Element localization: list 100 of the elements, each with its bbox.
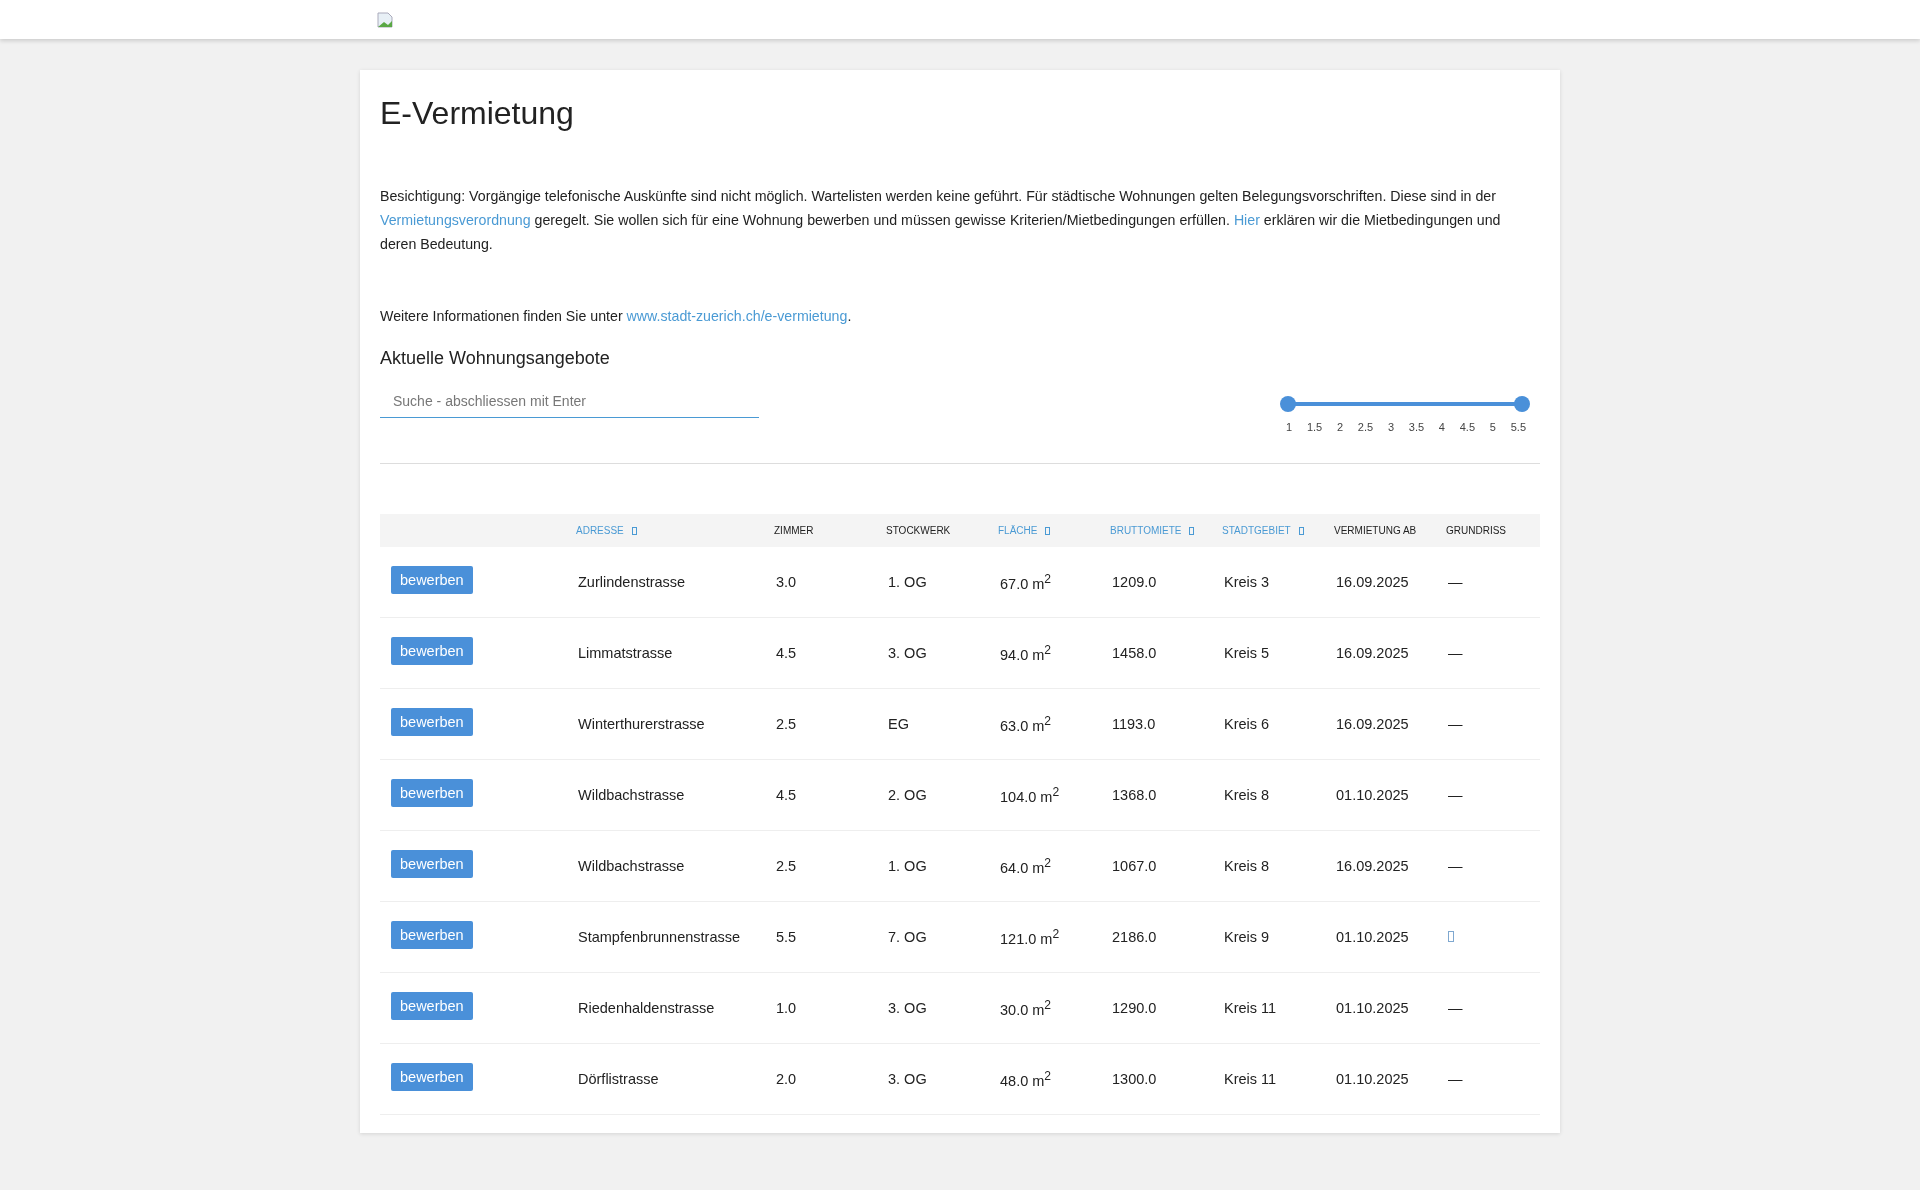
- tick-label: 2: [1336, 421, 1344, 433]
- tick-label: 2.5: [1357, 421, 1374, 433]
- rooms-cell: 1.0: [776, 1000, 797, 1016]
- tick-label: 3.5: [1408, 421, 1425, 433]
- rent-cell: 1290.0: [1112, 1000, 1157, 1016]
- address-cell: Winterthurerstrasse: [578, 716, 705, 732]
- apply-button[interactable]: bewerben: [391, 565, 473, 594]
- tick-label: 1.5: [1306, 421, 1323, 433]
- area-cell: 63.0 m$^{2}$: [1000, 717, 1052, 734]
- tick-label: 1: [1286, 421, 1293, 433]
- column-header: GRUNDRISS: [1446, 525, 1506, 536]
- area-cell: 94.0 m$^{2}$: [1000, 646, 1052, 663]
- date-cell: 16.09.2025: [1336, 574, 1409, 590]
- link[interactable]: Hier: [1233, 212, 1260, 228]
- area-cell: 121.0 m$^{2}$: [1000, 930, 1060, 947]
- date-cell: 16.09.2025: [1336, 858, 1409, 874]
- floorplan-cell: —: [1448, 716, 1463, 732]
- slider-thumb[interactable]: [1280, 396, 1296, 412]
- floor-cell: 3. OG: [888, 645, 927, 661]
- rent-cell: 1209.0: [1112, 574, 1157, 590]
- district-cell: Kreis 11: [1224, 1000, 1277, 1016]
- tick-label: 5: [1489, 421, 1496, 433]
- address-cell: Stampfenbrunnenstrasse: [578, 929, 740, 945]
- area-cell: 104.0 m$^{2}$: [1000, 788, 1060, 805]
- area-cell: 64.0 m$^{2}$: [1000, 859, 1052, 876]
- floor-cell: 3. OG: [888, 1000, 927, 1016]
- district-cell: Kreis 9: [1224, 929, 1270, 945]
- rent-cell: 1300.0: [1112, 1071, 1157, 1087]
- floorplan-cell: —: [1448, 645, 1463, 661]
- apply-button[interactable]: bewerben: [391, 920, 473, 949]
- date-cell: 16.09.2025: [1336, 645, 1409, 661]
- district-cell: Kreis 8: [1224, 858, 1270, 874]
- slider-thumb[interactable]: [1514, 396, 1530, 412]
- range-slider[interactable]: [1280, 396, 1530, 412]
- sort-icon: [1045, 526, 1051, 535]
- floorplan-cell: —: [1448, 787, 1463, 803]
- rent-cell: 1067.0: [1112, 858, 1157, 874]
- district-cell: Kreis 6: [1224, 716, 1270, 732]
- broken-image-icon: [377, 11, 393, 28]
- floorplan-cell: —: [1448, 1000, 1463, 1016]
- sort-icon: [1189, 526, 1195, 535]
- date-cell: 01.10.2025: [1336, 1071, 1409, 1087]
- tick-label: 4: [1438, 421, 1445, 433]
- address-cell: Riedenhaldenstrasse: [578, 1000, 715, 1016]
- floor-cell: 1. OG: [888, 858, 927, 874]
- floor-cell: 2. OG: [888, 787, 927, 803]
- column-header[interactable]: FLÄCHE: [998, 525, 1051, 536]
- address-cell: Wildbachstrasse: [578, 858, 685, 874]
- link[interactable]: Vermietungsverordnung: [380, 212, 531, 228]
- column-header: VERMIETUNG AB: [1334, 525, 1417, 536]
- rooms-cell: 2.5: [776, 716, 797, 732]
- floorplan-icon[interactable]: [1448, 931, 1454, 942]
- intro-paragraph: Besichtigung: Vorgängige telefonische Auskünfte sind nicht möglich. Wartelisten werden keine geführt. Für städtische Wohnungen gelten Belegungsvorschriften. Diese sind in der Vermietungsverordnung geregelt. Sie wollen sich für eine Wohnung bewerben und müssen gewisse Kriterien/Mietbedingungen erfüllen. Hier erklären wir die Mietbedingungen und deren Bedeutung.: [380, 187, 1502, 254]
- date-cell: 01.10.2025: [1336, 929, 1409, 945]
- address-cell: Dörflistrasse: [578, 1071, 659, 1087]
- tick-label: 3: [1387, 421, 1395, 433]
- address-cell: Limmatstrasse: [578, 645, 673, 661]
- address-cell: Zurlindenstrasse: [578, 574, 686, 590]
- floor-cell: 3. OG: [888, 1071, 927, 1087]
- floor-cell: EG: [888, 716, 909, 732]
- page-title: E-Vermietung: [380, 95, 574, 132]
- rent-cell: 2186.0: [1112, 929, 1157, 945]
- area-cell: 67.0 m$^{2}$: [1000, 575, 1052, 592]
- area-cell: 30.0 m$^{2}$: [1000, 1001, 1052, 1018]
- column-header: STOCKWERK: [886, 525, 951, 536]
- rent-cell: 1458.0: [1112, 645, 1157, 661]
- apply-button[interactable]: bewerben: [391, 991, 473, 1020]
- floor-cell: 7. OG: [888, 929, 927, 945]
- floor-cell: 1. OG: [888, 574, 927, 590]
- apply-button[interactable]: bewerben: [391, 849, 473, 878]
- rent-cell: 1368.0: [1112, 787, 1157, 803]
- tick-label: 4.5: [1459, 421, 1476, 433]
- area-cell: 48.0 m$^{2}$: [1000, 1072, 1052, 1089]
- date-cell: 01.10.2025: [1336, 787, 1409, 803]
- floorplan-cell: —: [1448, 858, 1463, 874]
- rooms-cell: 2.0: [776, 1071, 797, 1087]
- section-title: Aktuelle Wohnungsangebote: [380, 348, 610, 369]
- rooms-cell: 4.5: [776, 645, 797, 661]
- sort-icon: [631, 526, 637, 535]
- date-cell: 01.10.2025: [1336, 1000, 1409, 1016]
- floorplan-cell: —: [1448, 1071, 1463, 1087]
- rooms-cell: 4.5: [776, 787, 797, 803]
- apply-button[interactable]: bewerben: [391, 778, 473, 807]
- rent-cell: 1193.0: [1112, 716, 1156, 732]
- district-cell: Kreis 5: [1224, 645, 1270, 661]
- rooms-cell: 5.5: [776, 929, 797, 945]
- apply-button[interactable]: bewerben: [391, 636, 473, 665]
- apply-button[interactable]: bewerben: [391, 707, 473, 736]
- floorplan-cell: —: [1448, 574, 1463, 590]
- column-header[interactable]: ADRESSE: [576, 525, 637, 536]
- district-cell: Kreis 8: [1224, 787, 1270, 803]
- date-cell: 16.09.2025: [1336, 716, 1409, 732]
- column-header: ZIMMER: [774, 525, 814, 536]
- tick-label: 5.5: [1510, 421, 1526, 433]
- info-paragraph: Weitere Informationen finden Sie unter www.stadt-zuerich.ch/e-vermietung.: [380, 307, 853, 326]
- rooms-cell: 3.0: [776, 574, 797, 590]
- district-cell: Kreis 3: [1224, 574, 1270, 590]
- apply-button[interactable]: bewerben: [391, 1062, 473, 1091]
- sort-icon: [1298, 526, 1304, 535]
- address-cell: Wildbachstrasse: [578, 787, 685, 803]
